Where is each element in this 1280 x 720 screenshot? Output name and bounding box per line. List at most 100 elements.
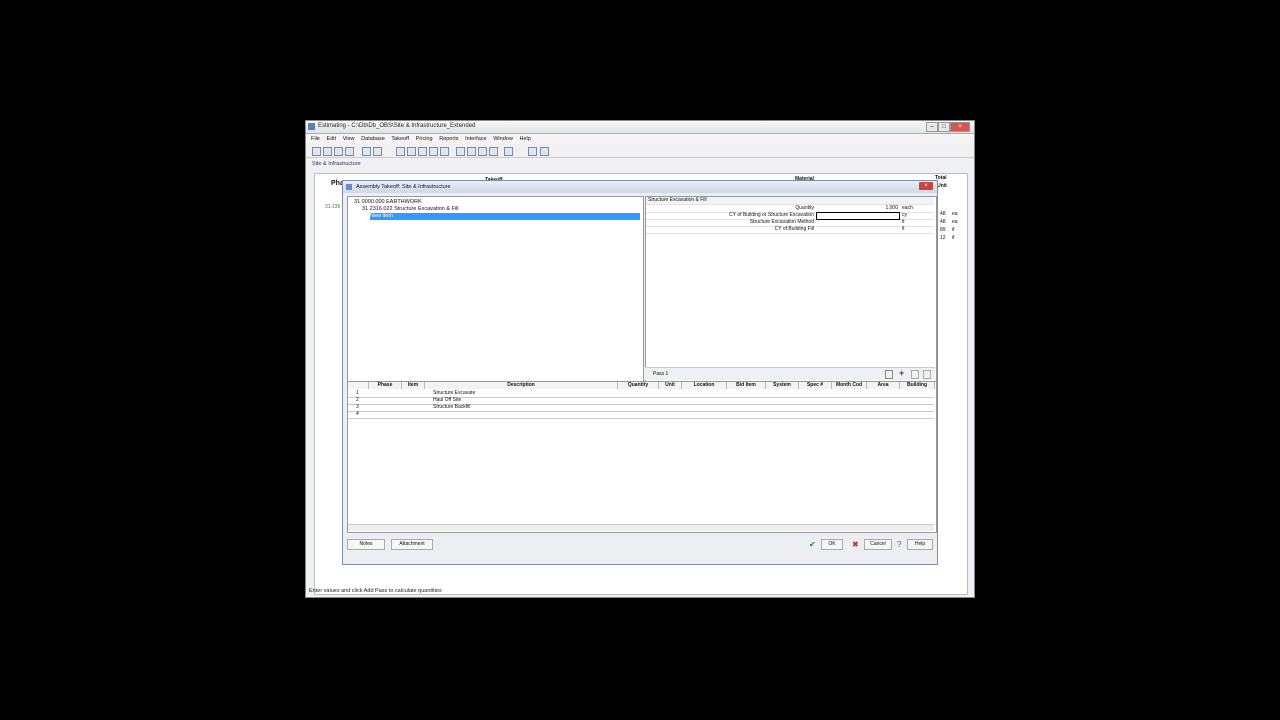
column-icon[interactable] [440,147,449,156]
prop-value-input[interactable] [816,219,898,225]
pencil-icon[interactable] [467,147,476,156]
delete-icon[interactable] [345,147,354,156]
menu-file[interactable]: File [311,134,320,144]
tree-node-structure-excavation[interactable]: 31 2316.022 Structure Excavation & Fill [362,206,459,212]
row-description[interactable]: Haul Off Site [433,397,461,404]
cancel-icon: ✖ [852,540,859,549]
delete-pass-icon[interactable] [923,370,931,379]
row-description[interactable]: Structure Backfill [433,404,471,411]
props-heading: Structure Excavation & Fill [648,197,707,203]
ok-button[interactable]: OK [821,539,843,550]
grid-header[interactable]: Item [402,382,425,389]
search-icon[interactable] [504,147,513,156]
dialog-close-button[interactable]: × [919,182,933,190]
item-icon[interactable] [418,147,427,156]
dialog-title: Assembly Takeoff: Site & Infrastructure [356,184,451,190]
minimize-button[interactable]: – [926,122,938,132]
menu-reports[interactable]: Reports [439,134,458,144]
menu-edit[interactable]: Edit [327,134,336,144]
bg-side-value: 48 [940,219,946,225]
help-button[interactable]: Help [907,539,933,550]
menu-bar: File Edit View Database Takeoff Pricing … [306,134,974,144]
app-icon [308,123,315,130]
prop-row-cy-fill: CY of Building Fill lt [646,226,934,234]
menu-database[interactable]: Database [361,134,385,144]
assembly-icon[interactable] [407,147,416,156]
tree-node-selected[interactable]: New item [370,213,640,220]
list-icon[interactable] [478,147,487,156]
assembly-tree: 31 0000.000 EARTHWORK 31 2316.022 Struct… [347,196,644,382]
bg-side-unit: ea [952,219,958,225]
grid-header[interactable]: System [766,382,799,389]
bg-phase-value: 31 236 [325,204,341,210]
grid-header[interactable]: Month Cod [832,382,867,389]
menu-help[interactable]: Help [519,134,530,144]
menu-pricing[interactable]: Pricing [416,134,433,144]
edit-pass-icon[interactable] [911,370,919,379]
maximize-button[interactable]: □ [938,122,950,132]
help-icon[interactable] [540,147,549,156]
grid-header[interactable]: Unit [659,382,682,389]
menu-window[interactable]: Window [493,134,513,144]
menu-view[interactable]: View [343,134,355,144]
prop-label: Structure Excavation Method [749,219,814,225]
bg-side-value: 89 [940,227,946,233]
redo-icon[interactable] [373,147,382,156]
assembly-properties: Structure Excavation & Fill Quantity 1.0… [645,196,937,382]
grid-header[interactable]: Quantity [618,382,659,389]
add-pass-icon[interactable]: + [899,369,904,378]
prop-unit: lt [902,219,905,225]
document-tab[interactable]: Site & Infrastructure [312,161,361,167]
takeoff-icon[interactable] [396,147,405,156]
grid-header[interactable]: Location [682,382,727,389]
grid-icon[interactable] [429,147,438,156]
toolbar [306,145,974,158]
prop-label: CY of Building Fill [774,226,814,232]
attachment-button[interactable]: Attachment [391,539,433,550]
app-title-text: Estimating - C:\Db\Db_OBS\Site & Infrast… [318,123,476,129]
menu-takeoff[interactable]: Takeoff [391,134,409,144]
prop-value-input[interactable]: 1.000 [816,205,898,211]
notes-button[interactable]: Notes [347,539,385,550]
grid-header[interactable]: Phase [369,382,402,389]
dialog-footer: Notes Attachment ✔ OK ✖ Cancel ? Help [347,539,935,553]
prop-unit: each [902,205,913,211]
grid-scrollbar[interactable] [348,524,934,531]
app-titlebar: Estimating - C:\Db\Db_OBS\Site & Infrast… [306,121,974,134]
props-heading-row: Structure Excavation & Fill [646,197,934,205]
bg-side-unit: if [952,227,955,233]
copy-icon[interactable] [323,147,332,156]
mail-icon[interactable] [489,147,498,156]
grid-header[interactable]: Building [900,382,935,389]
prop-value-input[interactable] [816,226,898,232]
prop-label: CY of Building or Structure Excavation [729,212,814,218]
bg-side-unit: if [952,235,955,241]
row-number: 1 [356,390,359,396]
close-button[interactable]: × [950,122,970,132]
paste-icon[interactable] [334,147,343,156]
menu-interface[interactable]: Interface [465,134,486,144]
row-number: 3 [356,404,359,410]
cancel-button[interactable]: Cancel [864,539,892,550]
row-number: 2 [356,397,359,403]
grid-header[interactable]: Area [867,382,900,389]
pass-bar: Pass 1 + [645,367,935,380]
pass-tab[interactable]: Pass 1 [653,371,668,377]
grid-header[interactable]: Bid Item [727,382,766,389]
undo-icon[interactable] [362,147,371,156]
grid-header[interactable]: Description [425,382,618,389]
prop-unit: cy [902,212,907,218]
attach-pass-icon[interactable] [885,370,893,379]
prop-unit: lt [902,226,905,232]
cut-icon[interactable] [312,147,321,156]
tree-node-earthwork[interactable]: 31 0000.000 EARTHWORK [354,199,422,205]
grid-row-header [348,382,369,389]
settings-icon[interactable] [528,147,537,156]
table-row[interactable]: 4 [348,411,934,419]
check-icon: ✔ [809,540,816,549]
bg-side-value: 48 [940,211,946,217]
grid-header[interactable]: Spec # [799,382,832,389]
row-description[interactable]: Structure Excavate [433,390,475,397]
chart-icon[interactable] [456,147,465,156]
bg-side-unit: ea [952,211,958,217]
